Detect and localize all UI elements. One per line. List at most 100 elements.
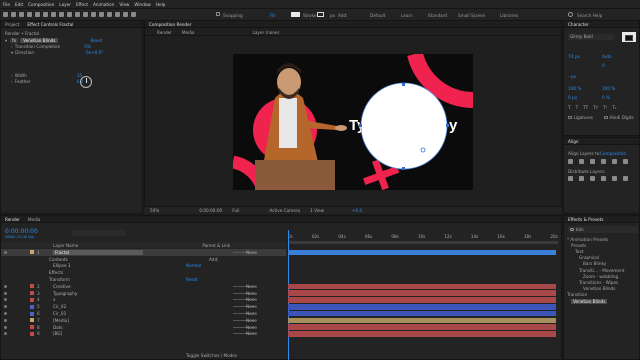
stroke-swatch[interactable] [317, 12, 324, 17]
layer-label-color[interactable] [30, 297, 34, 302]
stroke-color-swatch[interactable] [625, 35, 633, 41]
layer-duration-bar[interactable] [288, 297, 556, 303]
font-size-value[interactable]: 74 px [568, 54, 580, 59]
menu-animation[interactable]: Animation [93, 2, 114, 7]
small-caps-button[interactable]: Tт [593, 105, 598, 110]
parent-dropdown[interactable]: None [246, 318, 257, 323]
align-to-dropdown[interactable]: Composition [600, 151, 626, 156]
tab-align[interactable]: Align [568, 139, 579, 144]
visibility-eye-icon[interactable] [4, 318, 7, 322]
align-top-icon[interactable] [601, 159, 606, 164]
preset-tree-item[interactable]: Graphical [579, 255, 599, 261]
menu-layer[interactable]: Layer [59, 2, 71, 7]
font-family-dropdown[interactable]: Gilroy Bold [568, 34, 614, 40]
workspace-standard[interactable]: Standard [428, 13, 447, 18]
zoom-dropdown[interactable]: 50% [150, 208, 159, 213]
horizontal-scale-field[interactable]: 100 % [602, 86, 615, 91]
parent-dropdown[interactable]: None [246, 297, 257, 302]
width-value[interactable]: 35 [77, 73, 82, 78]
layer-name[interactable]: [Media] [53, 318, 143, 323]
visibility-eye-icon[interactable] [4, 305, 7, 309]
preset-tree-item[interactable]: * Animation Presets [567, 236, 608, 242]
tab-effect-controls[interactable]: Effect Controls Fractal [27, 22, 73, 27]
layer-name[interactable]: Typography [53, 291, 143, 296]
effects-search-value[interactable]: blin [576, 227, 584, 232]
parent-dropdown[interactable]: None [246, 311, 257, 316]
preset-tree-item[interactable]: Transitions - Wipes [579, 279, 618, 285]
hindi-digits-checkbox[interactable] [604, 115, 608, 120]
tab-project[interactable]: Project [5, 22, 19, 27]
layer-name-header[interactable]: Layer Name [53, 243, 78, 248]
property-value[interactable]: Reset [186, 277, 198, 282]
layer-name[interactable]: Transform [49, 277, 139, 282]
baseline-field[interactable]: 0 px [568, 95, 577, 100]
tab-timeline-render[interactable]: Render [5, 217, 20, 222]
parent-dropdown[interactable]: None [246, 304, 257, 309]
white-circle-shape[interactable] [360, 82, 448, 170]
menu-effect[interactable]: Effect [76, 2, 88, 7]
workspace-small-screen[interactable]: Small Screen [458, 13, 485, 18]
italic-button[interactable]: T [576, 105, 579, 110]
layer-duration-bar[interactable] [288, 310, 556, 317]
visibility-eye-icon[interactable] [4, 250, 7, 254]
layer-label-color[interactable] [30, 311, 34, 316]
distribute-left-icon[interactable] [568, 176, 573, 181]
font-size-field[interactable]: 74 px [568, 54, 580, 59]
work-area-bar[interactable] [288, 241, 558, 244]
menu-view[interactable]: View [119, 2, 129, 7]
tab-effects-presets[interactable]: Effects & Presets [568, 217, 603, 222]
align-right-icon[interactable] [590, 159, 595, 164]
hindi-digits-option[interactable]: Hindi Digits [604, 115, 634, 120]
layer-name[interactable]: Cir_01 [53, 311, 143, 316]
leading-field[interactable]: Auto [602, 54, 612, 59]
superscript-button[interactable]: T¹ [603, 105, 607, 110]
stroke-width-value[interactable]: - px [568, 74, 576, 79]
time-ruler[interactable]: 0s 02s 04s 06s 08s 10s 12s 14s 16s 18s 2… [288, 232, 558, 240]
preset-tree-item[interactable]: Venetian Blinds [571, 298, 608, 304]
subtab-media[interactable]: Media [182, 30, 195, 35]
transition-completion-value[interactable]: 0% [84, 44, 91, 49]
bbox-handle-top[interactable] [402, 83, 405, 86]
menu-help[interactable]: Help [156, 2, 166, 7]
search-help-input[interactable]: Search Help [577, 13, 602, 18]
pen-tool-icon[interactable] [83, 12, 88, 17]
layer-property-row[interactable]: Contents Add: [1, 256, 286, 263]
direction-value[interactable]: 0x+0.0° [86, 50, 103, 55]
disclosure-triangle-icon[interactable]: ▾ [11, 50, 13, 55]
layer-name[interactable]: x [53, 297, 143, 302]
visibility-eye-icon[interactable] [4, 298, 7, 302]
bold-button[interactable]: T [568, 105, 571, 110]
tracking-field[interactable]: 0 [602, 63, 605, 68]
effects-search-field[interactable]: blin [568, 226, 638, 233]
layer-duration-bar[interactable] [288, 283, 556, 290]
preset-tree-item[interactable]: Bars Blinky [583, 261, 606, 267]
horizontal-scale-value[interactable]: 100 % [602, 86, 615, 91]
tab-composition-render[interactable]: Composition Render [149, 22, 191, 27]
bbox-handle-right[interactable] [446, 124, 449, 127]
exposure-value[interactable]: +0.0 [352, 208, 362, 213]
anchor-tool-icon[interactable] [67, 12, 72, 17]
zoom-tool-icon[interactable] [27, 12, 32, 17]
layer-row[interactable]: 5 Cir_02 None [1, 303, 286, 310]
layer-duration-bar[interactable] [288, 304, 556, 310]
fx-badge[interactable]: fx [10, 37, 19, 43]
parent-dropdown[interactable]: None [246, 325, 257, 330]
layer-property-row[interactable]: Ellipse 1 Normal [1, 263, 286, 270]
layer-name[interactable]: Effects [49, 270, 139, 275]
bbox-handle-bottom[interactable] [402, 167, 405, 170]
layer-duration-bar[interactable] [288, 331, 556, 337]
visibility-eye-icon[interactable] [4, 325, 7, 329]
layer-name[interactable]: Ellipse 1 [53, 263, 143, 268]
rotate-tool-icon[interactable] [59, 12, 64, 17]
disclosure-triangle-icon[interactable]: › [11, 73, 13, 78]
home-icon[interactable] [3, 12, 8, 17]
layer-row[interactable]: 1 Fractal None [1, 249, 286, 256]
disclosure-triangle-icon[interactable]: › [11, 79, 13, 84]
parent-dropdown[interactable]: None [246, 291, 257, 296]
all-caps-button[interactable]: TT [583, 105, 588, 110]
camera-dropdown[interactable]: Active Camera [269, 208, 300, 213]
visibility-eye-icon[interactable] [4, 332, 7, 336]
preset-tree-item[interactable]: Presets [571, 242, 586, 248]
layer-label-color[interactable] [30, 250, 34, 255]
property-value[interactable]: Normal [186, 263, 201, 268]
